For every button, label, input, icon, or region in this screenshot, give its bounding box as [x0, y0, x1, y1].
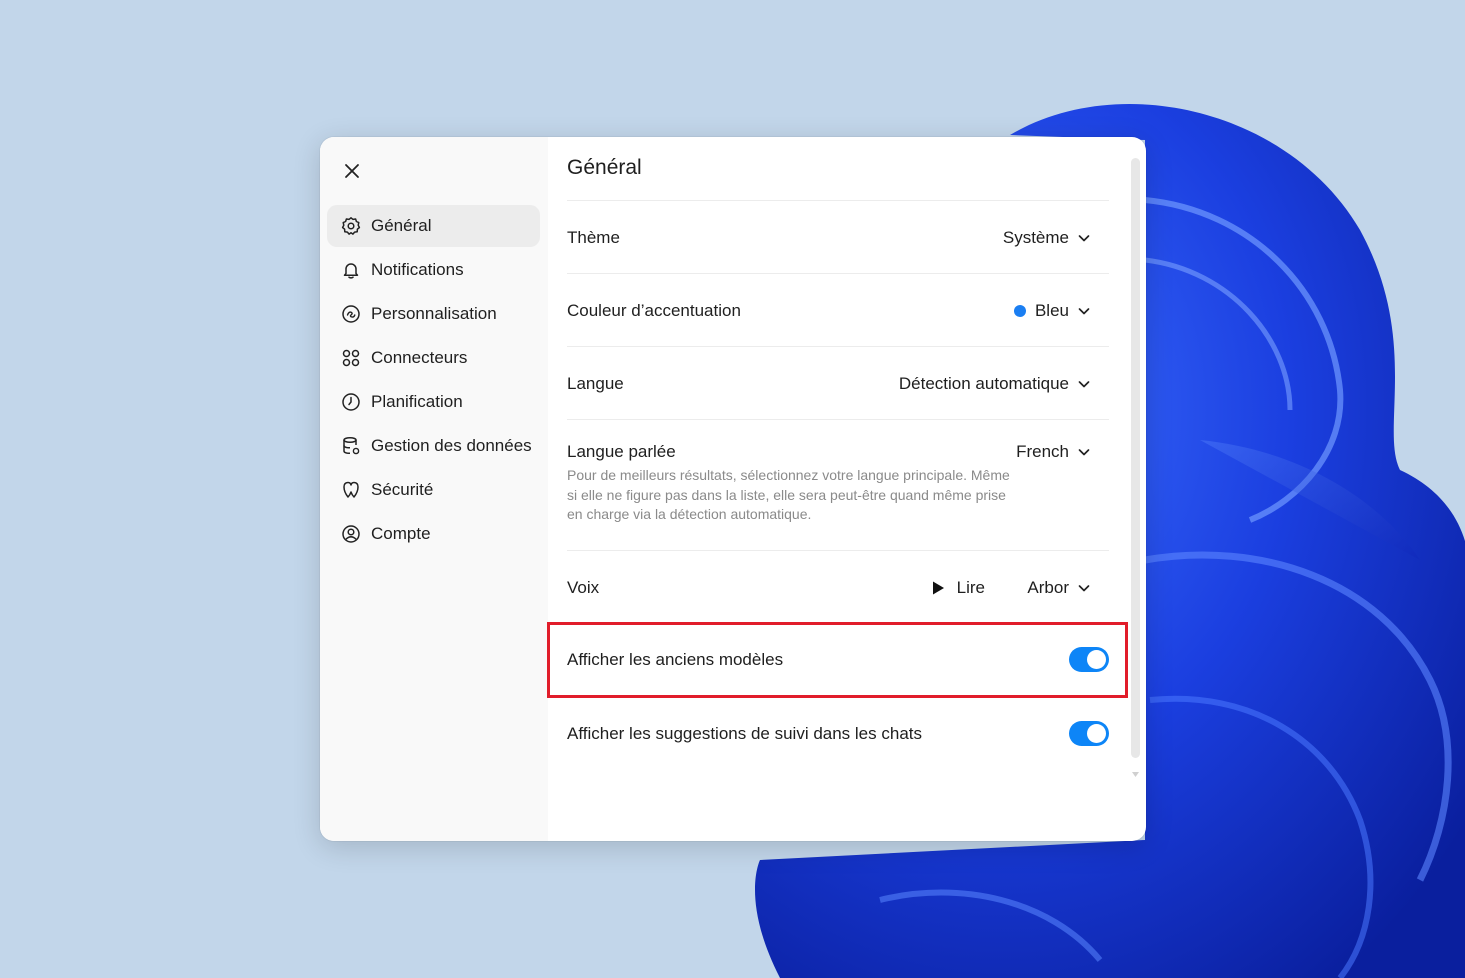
settings-content: Général Thème Système Couleur d’accentua…	[548, 137, 1146, 841]
voice-row: Voix Lire Arbor	[567, 551, 1109, 623]
clock-icon	[341, 392, 361, 412]
spoken-language-select[interactable]: French	[1016, 442, 1091, 462]
sidebar-item-scheduling[interactable]: Planification	[327, 381, 540, 423]
sidebar-item-security[interactable]: Sécurité	[327, 469, 540, 511]
follow-up-row: Afficher les suggestions de suivi dans l…	[567, 697, 1109, 771]
follow-up-label: Afficher les suggestions de suivi dans l…	[567, 724, 922, 743]
connectors-icon	[341, 348, 361, 368]
help-line: Pour de meilleurs résultats, sélectionne…	[567, 467, 1010, 483]
page-title: Général	[567, 156, 642, 179]
play-icon	[931, 580, 945, 596]
database-icon	[341, 436, 361, 456]
theme-select[interactable]: Système	[1003, 228, 1091, 248]
theme-row: Thème Système	[567, 201, 1109, 274]
accent-row: Couleur d’accentuation Bleu	[567, 274, 1109, 347]
settings-dialog: Général Notifications Personnalisation C…	[320, 137, 1146, 841]
sidebar-item-label: Général	[371, 216, 432, 235]
sidebar-item-data-management[interactable]: Gestion des données	[327, 425, 540, 467]
sidebar-item-label: Notifications	[371, 260, 464, 279]
bell-icon	[341, 260, 361, 280]
chevron-down-icon	[1077, 377, 1091, 391]
chevron-down-icon	[1077, 231, 1091, 245]
chevron-down-icon	[1077, 304, 1091, 318]
sidebar-item-notifications[interactable]: Notifications	[327, 249, 540, 291]
highlight-box	[547, 622, 1128, 698]
spoken-language-label: Langue parlée	[567, 442, 676, 461]
sidebar-item-account[interactable]: Compte	[327, 513, 540, 555]
account-icon	[341, 524, 361, 544]
close-icon	[345, 164, 359, 178]
sidebar-item-general[interactable]: Général	[327, 205, 540, 247]
voice-select[interactable]: Arbor	[1027, 578, 1091, 598]
language-select[interactable]: Détection automatique	[899, 374, 1091, 394]
spoken-language-row: Langue parlée French Pour de meilleurs r…	[567, 420, 1109, 551]
theme-label: Thème	[567, 228, 620, 247]
theme-value: Système	[1002, 228, 1069, 247]
accent-color-dot	[1013, 305, 1026, 317]
personalization-icon	[341, 304, 361, 324]
settings-sidebar: Général Notifications Personnalisation C…	[320, 137, 548, 841]
sidebar-item-label: Compte	[371, 524, 431, 543]
voice-label: Voix	[567, 578, 600, 597]
sidebar-item-label: Personnalisation	[371, 304, 497, 323]
play-voice-button[interactable]: Lire	[931, 578, 985, 598]
scrollbar[interactable]	[1131, 158, 1140, 758]
voice-value: Arbor	[1027, 578, 1069, 597]
language-row: Langue Détection automatique	[567, 347, 1109, 420]
language-value: Détection automatique	[898, 374, 1069, 393]
language-label: Langue	[567, 374, 624, 393]
help-line: si elle ne figure pas dans la liste, ell…	[567, 486, 1006, 503]
help-line: en charge via la détection automatique.	[567, 506, 812, 522]
settings-nav: Général Notifications Personnalisation C…	[327, 205, 540, 557]
sidebar-item-connectors[interactable]: Connecteurs	[327, 337, 540, 379]
sidebar-item-label: Gestion des données	[371, 436, 532, 455]
sidebar-item-label: Planification	[371, 392, 463, 411]
shield-icon	[341, 480, 361, 500]
chevron-down-icon	[1077, 445, 1091, 459]
toggle-knob	[1087, 724, 1106, 743]
sidebar-item-label: Connecteurs	[371, 348, 468, 367]
gear-icon	[341, 216, 361, 236]
accent-label: Couleur d’accentuation	[567, 301, 741, 320]
follow-up-toggle[interactable]	[1069, 721, 1109, 746]
spoken-language-help: Pour de meilleurs résultats, sélectionne…	[567, 466, 1037, 525]
chevron-down-icon	[1077, 581, 1091, 595]
sidebar-item-label: Sécurité	[371, 480, 434, 499]
play-label: Lire	[956, 578, 985, 597]
accent-select[interactable]: Bleu	[1013, 301, 1091, 321]
accent-value: Bleu	[1034, 301, 1069, 320]
close-button[interactable]	[338, 157, 366, 185]
scroll-down-icon[interactable]	[1131, 770, 1140, 779]
sidebar-item-personalization[interactable]: Personnalisation	[327, 293, 540, 335]
spoken-language-value: French	[1016, 442, 1069, 461]
